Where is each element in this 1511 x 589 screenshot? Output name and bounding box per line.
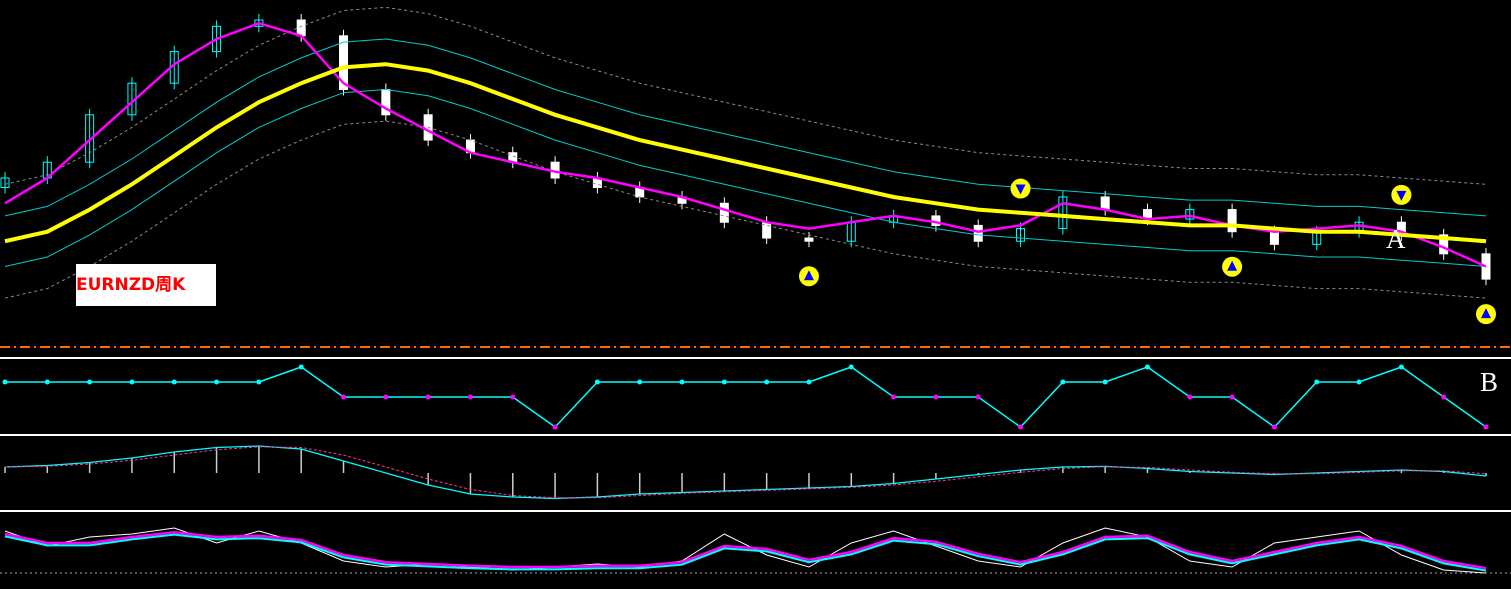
signal-step-point [129, 379, 135, 385]
signal-step-point [2, 379, 8, 385]
signal-step-point [552, 424, 558, 430]
signal-step-point [1060, 379, 1066, 385]
ma-fast-line [4, 21, 1487, 268]
candle-body [973, 224, 983, 242]
candle-body [1227, 209, 1237, 233]
signal-step-point [44, 379, 50, 385]
signal-step-point [425, 394, 431, 400]
signal-step-point [87, 379, 93, 385]
stoch-smooth-line [4, 533, 1487, 572]
signal-step-point [1441, 394, 1447, 400]
signal-step-point [383, 394, 389, 400]
signal-step-point [764, 379, 770, 385]
signal-step-point [171, 379, 177, 385]
signal-step-point [721, 379, 727, 385]
signal-step-point [975, 394, 981, 400]
signal-step-point [1398, 364, 1404, 370]
signal-step-point [594, 379, 600, 385]
signal-step-point [1144, 364, 1150, 370]
signal-step-point [298, 364, 304, 370]
signal-step-line [5, 366, 1487, 428]
marker-b: B [1480, 367, 1499, 397]
signal-step-point [1187, 394, 1193, 400]
chart-root [0, 6, 1511, 574]
signal-step-point [1102, 379, 1108, 385]
candle-body [1100, 196, 1110, 211]
signal-step-point [1229, 394, 1235, 400]
marker-a: A [1386, 224, 1406, 254]
signal-step-point [1314, 379, 1320, 385]
candle-body [719, 202, 729, 223]
signal-step-point [806, 379, 812, 385]
candle-body [804, 237, 814, 242]
envelope-lower [4, 120, 1487, 299]
signal-step-point [467, 394, 473, 400]
signal-step-point [256, 379, 262, 385]
signal-step-point [933, 394, 939, 400]
signal-step-point [214, 379, 220, 385]
signal-step-point [637, 379, 643, 385]
signal-step-point [891, 394, 897, 400]
signal-step-point [1018, 424, 1024, 430]
signal-step-point [679, 379, 685, 385]
pair-label: EURNZD周K [76, 264, 216, 306]
signal-step-point [1483, 424, 1489, 430]
signal-step-point [510, 394, 516, 400]
signal-step-point [1356, 379, 1362, 385]
candle-body [296, 19, 306, 37]
signal-step-point [1271, 424, 1277, 430]
signal-step-point [341, 394, 347, 400]
signal-step-point [848, 364, 854, 370]
candle-body [1269, 231, 1279, 245]
